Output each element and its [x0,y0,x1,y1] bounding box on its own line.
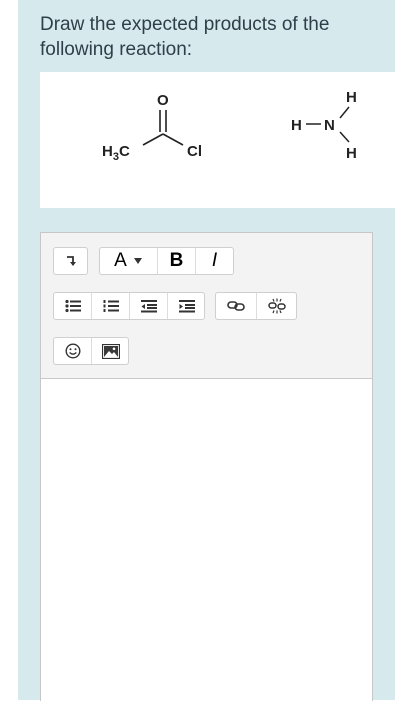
unordered-list-icon [64,299,81,313]
link-group [215,292,297,320]
ammonia-left-h: H [291,117,302,134]
collapse-toolbar-button[interactable] [53,247,88,275]
question-card: Draw the expected products of the follow… [18,0,395,701]
format-group: A B I [99,247,234,275]
outdent-icon [140,300,157,313]
caret-down-icon [133,258,142,264]
image-icon [101,343,120,359]
link-button[interactable] [216,293,256,319]
emoji-button[interactable] [54,338,91,364]
acetyl-chloride: H3C O Cl [102,92,202,163]
answer-editor: A B I [40,232,373,701]
outdent-button[interactable] [130,293,167,319]
italic-label: I [211,250,218,271]
ammonia-bottom-h: H [346,145,357,162]
unlink-icon [268,298,286,314]
bold-label: B [169,250,184,271]
editor-toolbar: A B I [41,233,372,379]
unlink-button[interactable] [257,293,297,319]
font-color-label: A [114,250,127,271]
ordered-list-icon [103,300,119,312]
chlorine-label: Cl [187,143,202,160]
insert-group [53,337,129,365]
arrow-down-right-icon [66,256,76,266]
ammonia-top-h: H [346,89,357,106]
unordered-list-button[interactable] [54,293,91,319]
list-group [53,292,205,320]
reaction-diagram: H3C O Cl H H N H [40,72,395,208]
ammonia: H H N H [291,89,357,162]
question-text: Draw the expected products of the follow… [40,14,330,60]
image-button[interactable] [92,338,129,364]
bold-button[interactable]: B [158,248,195,274]
ordered-list-button[interactable] [92,293,129,319]
indent-button[interactable] [168,293,205,319]
link-icon [227,301,245,311]
answer-text-area[interactable] [41,379,372,701]
carbonyl-oxygen-label: O [157,92,169,109]
font-color-button[interactable]: A [100,248,157,274]
ammonia-nitrogen: N [324,117,335,134]
reaction-structures: H3C O Cl H H N H [102,89,357,163]
smiley-icon [64,343,81,359]
methyl-group-label: H3C [102,143,130,163]
indent-icon [178,300,195,313]
italic-button[interactable]: I [196,248,233,274]
